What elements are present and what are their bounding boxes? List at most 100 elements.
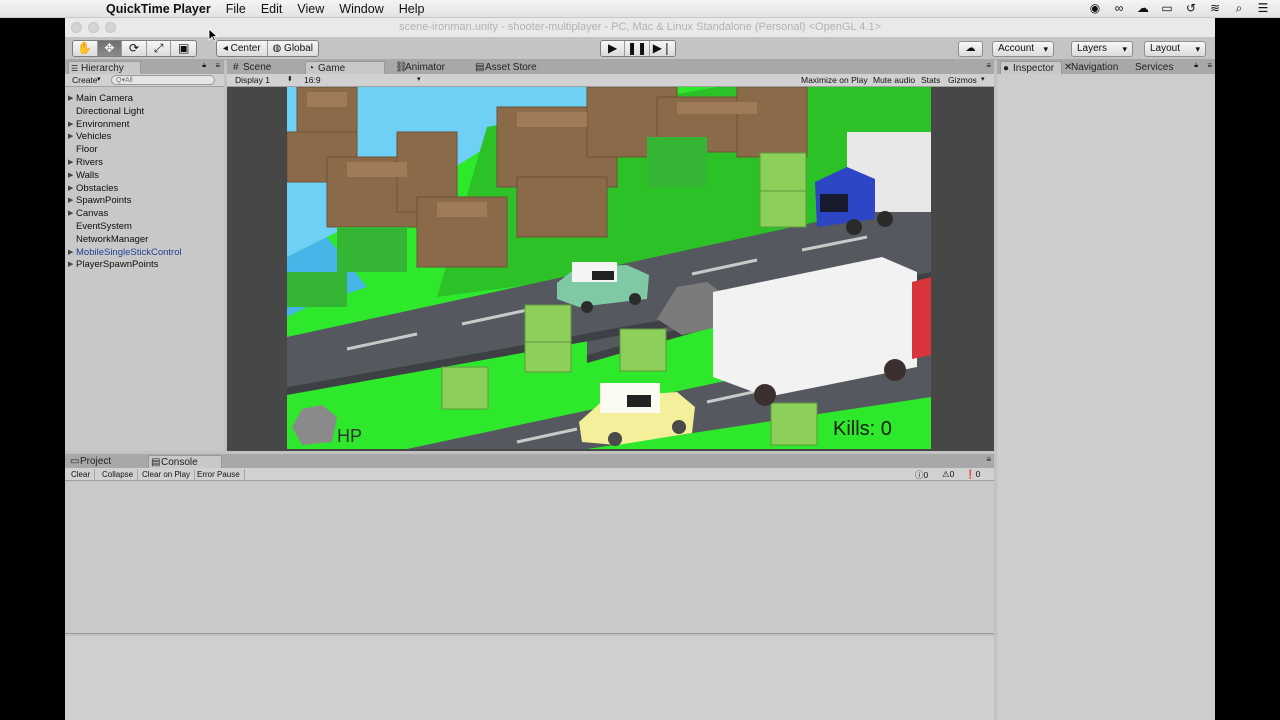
menu-file[interactable]: File — [226, 2, 246, 16]
pause-button[interactable]: ❚❚ — [625, 41, 650, 56]
aspect-dropdown[interactable]: 16:9 — [304, 75, 321, 85]
cloud-icon[interactable]: ☁ — [1136, 1, 1150, 15]
info-count-toggle[interactable]: ⓘ0 — [915, 469, 928, 481]
clear-button[interactable]: Clear — [67, 469, 96, 480]
game-viewport[interactable]: HP Kills: 0 — [287, 87, 931, 449]
battery-icon[interactable]: ▭ — [1160, 1, 1174, 15]
move-tool-button[interactable]: ✥ — [97, 41, 123, 56]
expand-arrow-icon[interactable]: ▶ — [68, 119, 73, 132]
hierarchy-item[interactable]: Floor — [65, 144, 224, 157]
hierarchy-item[interactable]: EventSystem — [65, 221, 224, 234]
hierarchy-item[interactable]: ▶ Obstacles — [65, 183, 224, 196]
menu-view[interactable]: View — [297, 2, 324, 16]
menu-window[interactable]: Window — [339, 2, 383, 16]
create-dropdown[interactable]: Create — [72, 75, 98, 85]
hierarchy-item[interactable]: NetworkManager — [65, 234, 224, 247]
expand-arrow-icon[interactable]: ▶ — [68, 247, 73, 260]
tab-inspector[interactable]: ● Inspector — [1000, 61, 1062, 74]
rotate-tool-button[interactable]: ⟳ — [122, 41, 147, 56]
account-dropdown[interactable]: Account — [992, 41, 1054, 57]
hierarchy-item[interactable]: ▶ Canvas — [65, 208, 224, 221]
expand-arrow-icon[interactable]: ▶ — [68, 208, 73, 221]
expand-arrow-icon[interactable]: ▶ — [68, 131, 73, 144]
hierarchy-item[interactable]: ▶ Main Camera — [65, 93, 224, 106]
hierarchy-item-label: Vehicles — [76, 131, 112, 143]
tab-navigation[interactable]: ✕ Navigation — [1063, 61, 1131, 74]
hierarchy-item-label: Obstacles — [76, 182, 119, 194]
window-controls — [71, 22, 116, 33]
global-toggle[interactable]: ◍ Global — [267, 41, 318, 56]
collab-cloud-button[interactable]: ☁ — [958, 41, 983, 57]
layout-label: Layout — [1150, 43, 1181, 54]
create-dropdown-arrow-icon: ▾ — [97, 76, 101, 83]
hierarchy-item[interactable]: ▶ Vehicles — [65, 131, 224, 144]
lock-icon[interactable]: 🔒︎ — [202, 62, 206, 70]
creative-cloud-icon[interactable]: ∞ — [1112, 1, 1126, 15]
display-dropdown[interactable]: Display 1 — [235, 75, 270, 85]
layers-dropdown[interactable]: Layers — [1071, 41, 1133, 57]
hierarchy-item[interactable]: ▶ Environment — [65, 119, 224, 132]
tab-scene[interactable]: # Scene — [231, 61, 297, 74]
collapse-button[interactable]: Collapse — [98, 469, 139, 480]
center-toggle[interactable]: ◂ Center — [217, 41, 268, 56]
move-icon: ✥ — [104, 41, 115, 55]
tab-services[interactable]: Services — [1123, 61, 1175, 74]
mute-audio-toggle[interactable]: Mute audio — [873, 75, 915, 85]
layout-dropdown[interactable]: Layout — [1144, 41, 1206, 57]
zoom-window-button[interactable] — [105, 22, 116, 33]
expand-arrow-icon[interactable]: ▶ — [68, 195, 73, 208]
clear-on-play-toggle[interactable]: Clear on Play — [138, 469, 196, 480]
expand-arrow-icon[interactable]: ▶ — [68, 259, 73, 272]
hand-tool-button[interactable]: ✋ — [73, 41, 98, 56]
spotlight-search-icon[interactable]: ⌕ — [1232, 1, 1246, 15]
aspect-dropdown-arrow-icon: ▾ — [417, 76, 421, 83]
lock-icon[interactable]: 🔒︎ — [1194, 62, 1198, 70]
hierarchy-item[interactable]: ▶ Walls — [65, 170, 224, 183]
tab-asset-store[interactable]: ▤ Asset Store — [473, 61, 561, 74]
rect-tool-button[interactable]: ▣ — [171, 41, 196, 56]
expand-arrow-icon[interactable]: ▶ — [68, 170, 73, 183]
tab-hierarchy[interactable]: ☰ Hierarchy — [68, 61, 141, 74]
minimize-window-button[interactable] — [88, 22, 99, 33]
hierarchy-item[interactable]: ▶ MobileSingleStickControl — [65, 247, 224, 260]
tab-game[interactable]: ◔ Game — [305, 61, 385, 74]
tab-console[interactable]: ▤ Console — [148, 455, 222, 468]
console-log-list[interactable] — [65, 482, 994, 634]
play-button[interactable]: ▶ — [601, 41, 626, 56]
hierarchy-search-input[interactable] — [111, 75, 215, 85]
gizmos-dropdown[interactable]: Gizmos — [948, 75, 977, 85]
step-button[interactable]: ▶❘ — [649, 41, 675, 56]
panel-menu-icon[interactable]: ≡ — [1207, 61, 1212, 70]
error-count-toggle[interactable]: ❗0 — [965, 469, 980, 480]
rotate-icon: ⟳ — [128, 41, 140, 55]
time-machine-icon[interactable]: ↺ — [1184, 1, 1198, 15]
hierarchy-item[interactable]: ▶ Rivers — [65, 157, 224, 170]
panel-menu-icon[interactable]: ≡ — [986, 455, 991, 464]
scale-tool-button[interactable]: ⤢ — [146, 41, 172, 56]
expand-arrow-icon[interactable]: ▶ — [68, 183, 73, 196]
panel-menu-icon[interactable]: ≡ — [215, 61, 220, 70]
tab-project[interactable]: ▭ Project — [68, 455, 140, 468]
record-icon[interactable]: ◉ — [1088, 1, 1102, 15]
hierarchy-item[interactable]: Directional Light — [65, 106, 224, 119]
hierarchy-item[interactable]: ▶ SpawnPoints — [65, 195, 224, 208]
close-window-button[interactable] — [71, 22, 82, 33]
kills-counter: Kills: 0 — [833, 418, 892, 440]
wifi-icon[interactable]: ≋ — [1208, 1, 1222, 15]
menu-help[interactable]: Help — [399, 2, 425, 16]
menu-edit[interactable]: Edit — [261, 2, 283, 16]
tab-animator[interactable]: ⛓ Animator — [393, 61, 469, 74]
notification-center-icon[interactable]: ☰ — [1256, 1, 1270, 15]
expand-arrow-icon[interactable]: ▶ — [68, 157, 73, 170]
game-view-area: HP Kills: 0 — [227, 87, 994, 451]
app-name-menu[interactable]: QuickTime Player — [106, 2, 211, 16]
transform-tools: ✋ ✥ ⟳ ⤢ ▣ — [72, 40, 197, 57]
expand-arrow-icon[interactable]: ▶ — [68, 93, 73, 106]
error-pause-toggle[interactable]: Error Pause — [193, 469, 245, 480]
panel-menu-icon[interactable]: ≡ — [986, 61, 991, 70]
maximize-on-play-toggle[interactable]: Maximize on Play — [801, 75, 868, 85]
stats-toggle[interactable]: Stats — [921, 75, 940, 85]
hierarchy-item[interactable]: ▶ PlayerSpawnPoints — [65, 259, 224, 272]
warning-count-toggle[interactable]: ⚠0 — [942, 469, 954, 480]
console-detail-area[interactable] — [65, 636, 994, 720]
